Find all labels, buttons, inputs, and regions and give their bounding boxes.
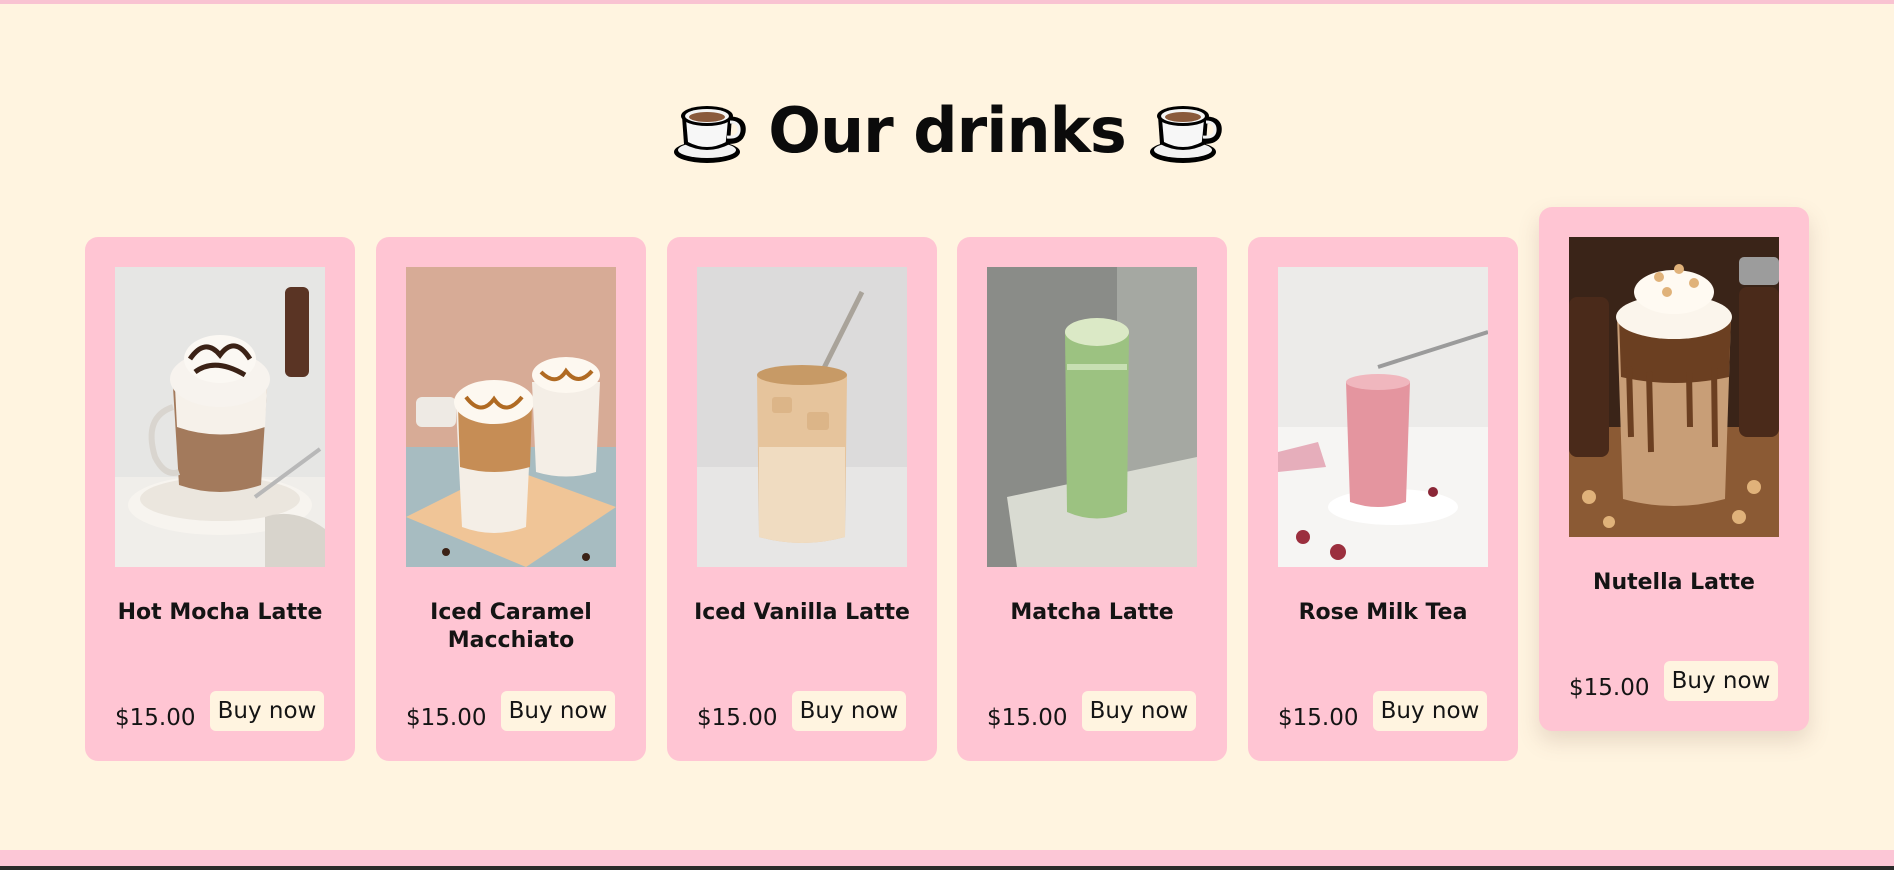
iced-caramel-macchiato-photo	[406, 267, 616, 567]
page-heading: Our drinks	[0, 90, 1894, 170]
rose-milk-tea-photo	[1278, 267, 1488, 567]
footer-divider	[0, 866, 1894, 870]
drink-card-iced-vanilla-latte[interactable]: Iced Vanilla Latte $15.00 Buy now	[667, 237, 937, 761]
buy-now-button[interactable]: Buy now	[210, 691, 324, 731]
buy-now-button[interactable]: Buy now	[1082, 691, 1196, 731]
buy-now-button[interactable]: Buy now	[1664, 661, 1778, 701]
drink-price: $15.00	[1278, 705, 1359, 731]
drink-name: Iced Vanilla Latte	[694, 600, 910, 625]
drink-name: Rose Milk Tea	[1298, 600, 1468, 625]
drink-card-hot-mocha-latte[interactable]: Hot Mocha Latte $15.00 Buy now	[85, 237, 355, 761]
drink-name: Hot Mocha Latte	[117, 600, 323, 625]
drink-card-matcha-latte[interactable]: Matcha Latte $15.00 Buy now	[957, 237, 1227, 761]
drink-card-iced-caramel-macchiato[interactable]: Iced Caramel Macchiato $15.00 Buy now	[376, 237, 646, 761]
drink-card-rose-milk-tea[interactable]: Rose Milk Tea $15.00 Buy now	[1248, 237, 1518, 761]
drink-name: Iced Caramel Macchiato	[430, 600, 592, 653]
drink-card-nutella-latte[interactable]: Nutella Latte $15.00 Buy now	[1539, 207, 1809, 731]
top-border	[0, 0, 1894, 4]
drink-price: $15.00	[406, 705, 487, 731]
drink-price: $15.00	[697, 705, 778, 731]
coffee-cup-icon	[674, 106, 746, 163]
buy-now-button[interactable]: Buy now	[792, 691, 906, 731]
hot-mocha-latte-photo	[115, 267, 325, 567]
drink-price: $15.00	[987, 705, 1068, 731]
coffee-cup-icon	[1149, 106, 1222, 163]
buy-now-button[interactable]: Buy now	[1373, 691, 1487, 731]
matcha-latte-photo	[987, 267, 1197, 567]
buy-now-button[interactable]: Buy now	[501, 691, 615, 731]
page-title: Our drinks	[768, 93, 1126, 167]
iced-vanilla-latte-photo	[697, 267, 907, 567]
drink-name: Nutella Latte	[1593, 570, 1755, 595]
drink-price: $15.00	[115, 705, 196, 731]
drink-price: $15.00	[1569, 675, 1650, 701]
drink-name: Matcha Latte	[1010, 600, 1174, 625]
nutella-latte-photo	[1569, 237, 1779, 537]
